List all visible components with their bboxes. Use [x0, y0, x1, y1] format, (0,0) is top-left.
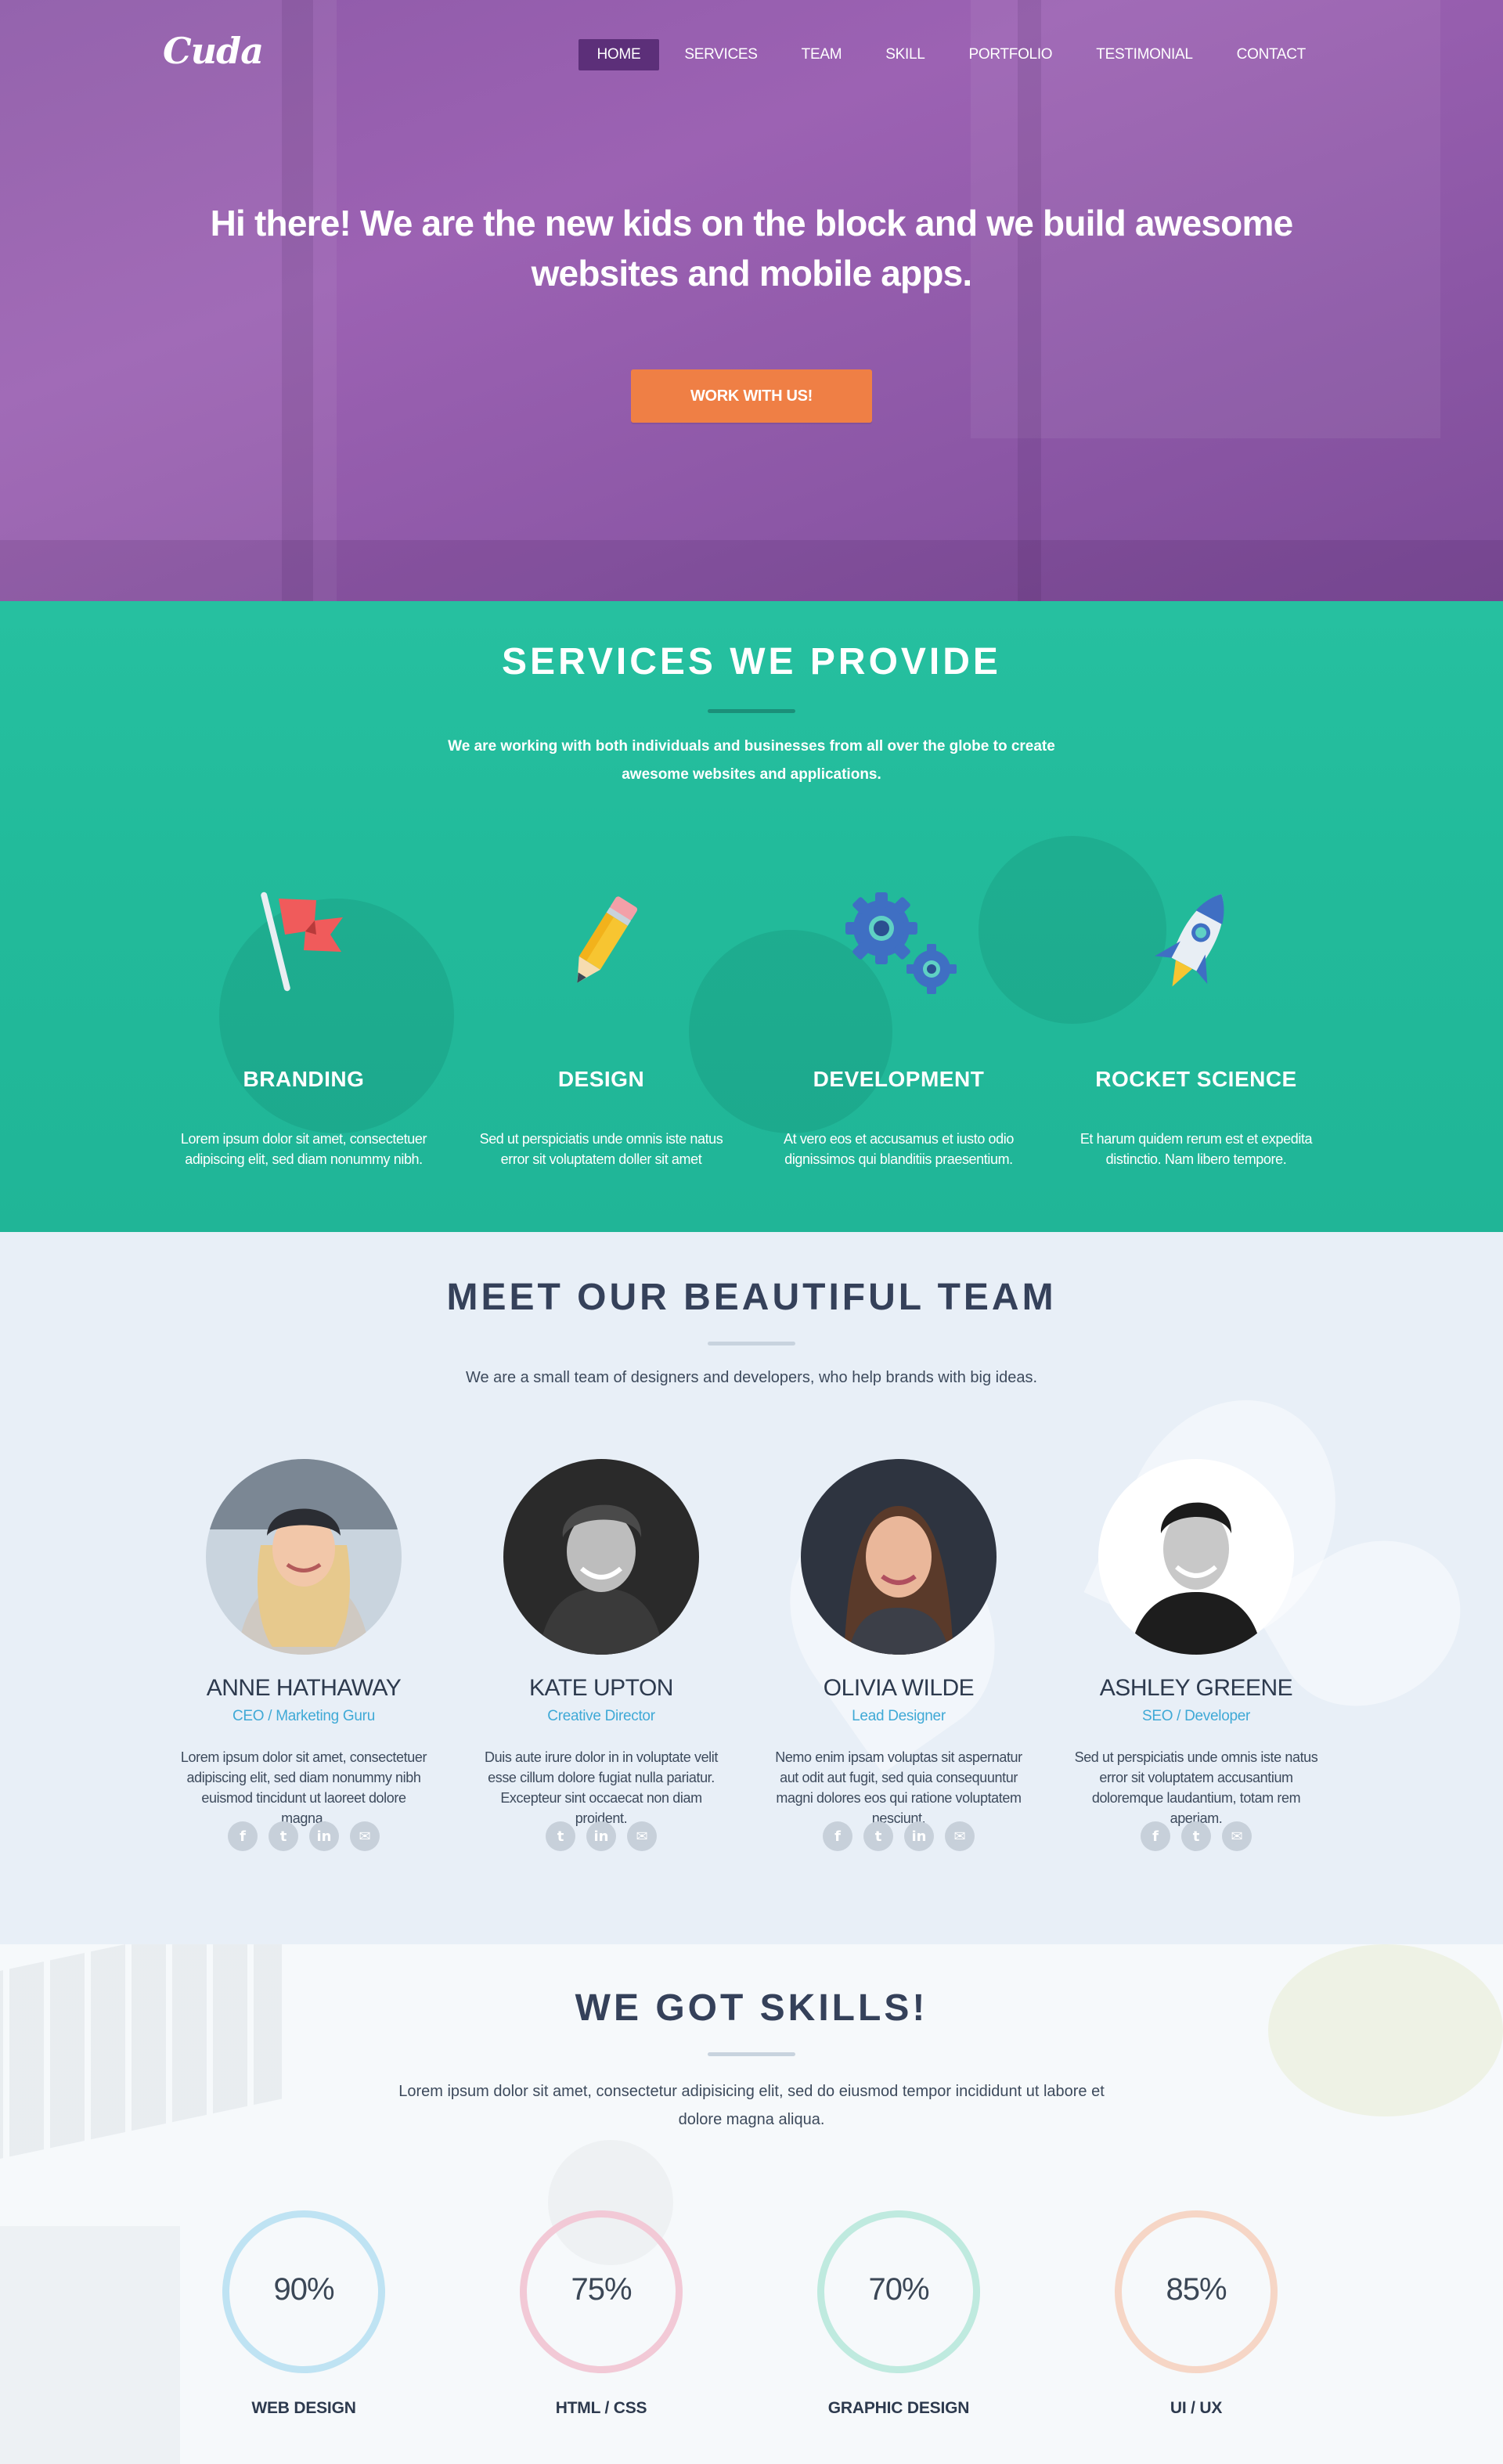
avatar	[801, 1459, 997, 1655]
hero-title: Hi there! We are the new kids on the blo…	[210, 203, 1294, 294]
title-divider	[708, 1342, 795, 1345]
team-subtitle: We are a small team of designers and dev…	[465, 1369, 1038, 1386]
service-text: Lorem ipsum dolor sit amet, consectetuer…	[180, 1131, 427, 1167]
skill-percent: 90%	[273, 2272, 334, 2307]
skills-title: WE GOT SKILLS!	[575, 1987, 928, 2029]
email-icon[interactable]: ✉	[1222, 1821, 1252, 1851]
member-bio: Duis aute irure dolor in in voluptate ve…	[485, 1749, 718, 1826]
service-text: At vero eos et accusamus et iusto odio d…	[784, 1131, 1014, 1167]
avatar	[503, 1459, 699, 1655]
progress-ring: 85%	[1115, 2210, 1278, 2373]
social-links: f t in ✉	[766, 1821, 1032, 1851]
member-name: ANNE HATHAWAY	[206, 1675, 402, 1701]
facebook-icon[interactable]: f	[1141, 1821, 1170, 1851]
skill-label: WEB DESIGN	[251, 2399, 356, 2417]
member-role: CEO / Marketing Guru	[232, 1708, 375, 1724]
email-icon[interactable]: ✉	[627, 1821, 657, 1851]
nav-home[interactable]: HOME	[578, 39, 660, 70]
services-subtitle: We are working with both individuals and…	[448, 738, 1055, 783]
member-bio: Nemo enim ipsam voluptas sit aspernatur …	[775, 1749, 1022, 1826]
email-icon[interactable]: ✉	[945, 1821, 975, 1851]
linkedin-icon[interactable]: in	[586, 1821, 616, 1851]
service-title: DESIGN	[557, 1067, 645, 1091]
avatar	[206, 1459, 402, 1655]
skill-percent: 85%	[1166, 2272, 1227, 2307]
member-name: OLIVIA WILDE	[823, 1675, 975, 1701]
progress-ring: 90%	[222, 2210, 385, 2373]
gears-icon	[845, 892, 957, 994]
twitter-icon[interactable]: t	[863, 1821, 893, 1851]
logo[interactable]: Cuda	[163, 30, 264, 72]
services-section: SERVICES WE PROVIDE We are working with …	[0, 601, 1503, 1232]
background-keyboard	[0, 1944, 282, 2166]
skill-label: GRAPHIC DESIGN	[827, 2399, 970, 2417]
member-bio: Sed ut perspiciatis unde omnis iste natu…	[1074, 1749, 1318, 1826]
rocket-icon	[1155, 894, 1224, 987]
social-links: t in ✉	[468, 1821, 734, 1851]
nav-portfolio[interactable]: PORTFOLIO	[950, 39, 1072, 70]
flag-icon	[261, 892, 343, 992]
nav-services[interactable]: SERVICES	[665, 39, 776, 70]
background-notebook	[0, 2226, 180, 2464]
background-shape	[979, 836, 1166, 1024]
member-bio: Lorem ipsum dolor sit amet, consectetuer…	[180, 1749, 427, 1826]
service-text: Sed ut perspiciatis unde omnis iste natu…	[479, 1131, 723, 1167]
service-title: ROCKET SCIENCE	[1095, 1067, 1297, 1091]
social-links: f t ✉	[1063, 1821, 1329, 1851]
service-title: DEVELOPMENT	[813, 1067, 985, 1091]
linkedin-icon[interactable]: in	[309, 1821, 339, 1851]
member-name: ASHLEY GREENE	[1099, 1675, 1293, 1701]
member-name: KATE UPTON	[529, 1675, 673, 1701]
member-role: Lead Designer	[852, 1708, 946, 1724]
avatar	[1098, 1459, 1294, 1655]
twitter-icon[interactable]: t	[546, 1821, 575, 1851]
facebook-icon[interactable]: f	[228, 1821, 258, 1851]
skill-label: UI / UX	[1170, 2399, 1223, 2417]
twitter-icon[interactable]: t	[1181, 1821, 1211, 1851]
twitter-icon[interactable]: t	[269, 1821, 298, 1851]
pencil-icon	[577, 896, 638, 983]
background-flowers	[1268, 1944, 1503, 2116]
navbar: Cuda HOME SERVICES TEAM SKILL PORTFOLIO …	[0, 0, 1503, 110]
services-title: SERVICES WE PROVIDE	[502, 641, 1001, 683]
member-role: SEO / Developer	[1141, 1708, 1251, 1724]
email-icon[interactable]: ✉	[350, 1821, 380, 1851]
hero-section: Cuda HOME SERVICES TEAM SKILL PORTFOLIO …	[0, 0, 1503, 601]
linkedin-icon[interactable]: in	[904, 1821, 934, 1851]
facebook-icon[interactable]: f	[823, 1821, 852, 1851]
title-divider	[708, 709, 795, 713]
skills-subtitle: Lorem ipsum dolor sit amet, consectetur …	[398, 2083, 1105, 2128]
skill-percent: 75%	[571, 2272, 632, 2307]
work-with-us-button[interactable]: WORK WITH US!	[631, 369, 872, 423]
service-text: Et harum quidem rerum est et expedita di…	[1079, 1131, 1313, 1167]
skill-label: HTML / CSS	[555, 2399, 647, 2417]
team-section: MEET OUR BEAUTIFUL TEAM We are a small t…	[0, 1232, 1503, 1944]
social-links: f t in ✉	[171, 1821, 437, 1851]
member-role: Creative Director	[547, 1708, 655, 1724]
nav-contact[interactable]: CONTACT	[1218, 39, 1325, 70]
background-floor	[0, 540, 1503, 601]
skill-percent: 70%	[868, 2272, 929, 2307]
progress-ring: 75%	[520, 2210, 683, 2373]
nav-testimonial[interactable]: TESTIMONIAL	[1077, 39, 1211, 70]
title-divider	[708, 2052, 795, 2056]
main-menu: HOME SERVICES TEAM SKILL PORTFOLIO TESTI…	[578, 39, 1325, 70]
nav-team[interactable]: TEAM	[783, 39, 861, 70]
team-title: MEET OUR BEAUTIFUL TEAM	[446, 1277, 1057, 1318]
nav-skill[interactable]: SKILL	[867, 39, 943, 70]
progress-ring: 70%	[817, 2210, 980, 2373]
skills-section: WE GOT SKILLS! Lorem ipsum dolor sit ame…	[0, 1944, 1503, 2464]
service-title: BRANDING	[243, 1067, 365, 1091]
